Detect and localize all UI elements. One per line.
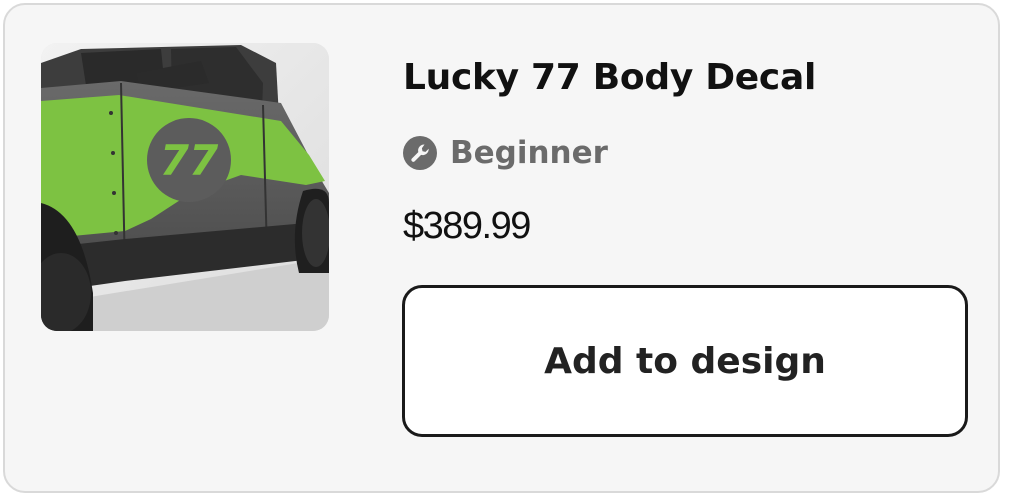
add-to-design-label: Add to design — [544, 340, 826, 382]
product-price: $389.99 — [403, 205, 531, 247]
product-image[interactable]: 77 — [41, 43, 329, 331]
product-title: Lucky 77 Body Decal — [403, 57, 816, 98]
level-label: Beginner — [450, 135, 608, 171]
truck-illustration: 77 — [41, 43, 329, 331]
difficulty-level: Beginner — [402, 133, 608, 173]
product-card: 77 Lucky 77 Body Decal Beginner $389.99 — [3, 3, 1000, 493]
wrench-icon — [403, 136, 437, 170]
add-to-design-button[interactable]: Add to design — [402, 285, 968, 437]
decal-number: 77 — [160, 136, 219, 185]
